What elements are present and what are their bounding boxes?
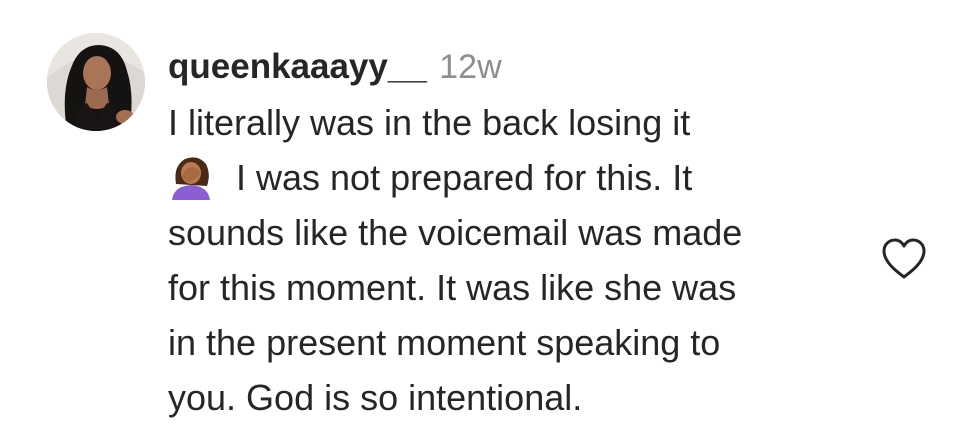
- comment-item: queenkaaayy__ 12w I literally was in the…: [0, 0, 980, 447]
- comment-text: I literally was in the back losing it I …: [168, 95, 868, 425]
- face-palm-emoji-icon: [172, 157, 210, 200]
- heart-icon[interactable]: [880, 237, 928, 281]
- comment-text-line-with-emoji: I was not prepared for this. It: [168, 150, 868, 205]
- comment-timestamp[interactable]: 12w: [439, 48, 501, 86]
- username-link[interactable]: queenkaaayy__: [168, 47, 427, 86]
- comment-body: queenkaaayy__ 12w I literally was in the…: [168, 41, 868, 425]
- avatar[interactable]: [47, 33, 145, 131]
- comment-text-line: I literally was in the back losing it: [168, 102, 691, 143]
- comment-text-line: for this moment. It was like she was: [168, 267, 737, 308]
- comment-text-line: sounds like the voicemail was made: [168, 212, 743, 253]
- comment-text-line: I was not prepared for this. It: [236, 157, 693, 198]
- comment-meta: queenkaaayy__ 12w: [168, 41, 868, 93]
- comment-text-line: you. God is so intentional.: [168, 377, 583, 418]
- comment-text-line: in the present moment speaking to: [168, 322, 721, 363]
